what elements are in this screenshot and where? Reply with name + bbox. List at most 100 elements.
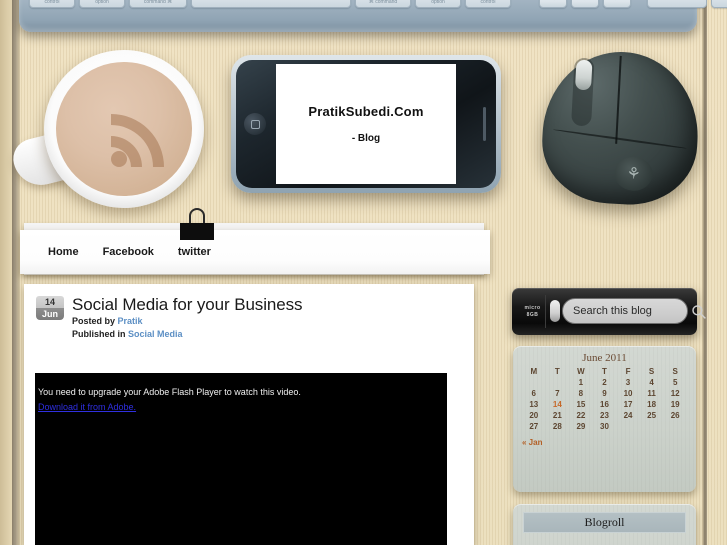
post-header-text: Social Media for your Business Posted by… — [72, 296, 302, 341]
blogroll-title: Blogroll — [523, 512, 686, 533]
calendar-day[interactable]: 23 — [593, 410, 617, 421]
post-category-link[interactable]: Social Media — [128, 329, 183, 339]
flash-upgrade-message: You need to upgrade your Adobe Flash Pla… — [38, 387, 301, 397]
calendar-day[interactable]: 17 — [616, 399, 640, 410]
usb-label-line1: micro — [524, 305, 541, 311]
post-author-line: Posted by Pratik — [72, 315, 302, 328]
search-icon[interactable] — [689, 302, 709, 322]
calendar-body: 1 2 3 4 5 6 7 8 9 10 11 12 13 14 15 16 17 18 19 20 21 22 23 24 2… — [522, 377, 687, 432]
key-numpad-dot: . — [711, 0, 727, 8]
calendar-prev-link[interactable]: « Jan — [522, 438, 542, 447]
iphone-body: PratikSubedi.Com - Blog — [236, 60, 496, 188]
calendar-day-empty — [522, 377, 546, 388]
post-category-line: Published in Social Media — [72, 328, 302, 341]
search-input[interactable] — [571, 304, 683, 318]
key-command-left: command ⌘ — [129, 0, 187, 8]
calendar-day[interactable]: 4 — [640, 377, 664, 388]
calendar-week-row: 12345 — [522, 377, 687, 388]
search-field-wrapper[interactable] — [562, 298, 706, 324]
rss-icon — [108, 106, 172, 170]
calendar-day[interactable]: 20 — [522, 410, 546, 421]
keyboard-bottom-row: control option command ⌘ ⌘ command optio… — [29, 0, 727, 8]
calendar-day[interactable]: 3 — [616, 377, 640, 388]
calendar-day[interactable]: 27 — [522, 421, 546, 432]
iphone-screen: PratikSubedi.Com - Blog — [276, 64, 456, 184]
post-title: Social Media for your Business — [72, 295, 303, 314]
nav-item-facebook[interactable]: Facebook — [103, 246, 154, 258]
calendar-day[interactable]: 11 — [640, 388, 664, 399]
usb-label-line2: 8GB — [526, 312, 539, 318]
calendar-day[interactable]: 18 — [640, 399, 664, 410]
calendar-day[interactable]: 8 — [569, 388, 593, 399]
key-control-left: control — [29, 0, 75, 8]
calendar-day[interactable]: 29 — [569, 421, 593, 432]
calendar-weekday: M — [530, 367, 538, 376]
calendar-day[interactable]: 5 — [663, 377, 687, 388]
site-title: PratikSubedi.Com — [308, 104, 424, 119]
calendar-table: M T W T F S S 1 2 3 4 5 6 7 8 9 10 11 12 13 14 15 16 17 1… — [522, 366, 687, 432]
mouse-logo-icon: ⚘ — [613, 155, 654, 192]
calendar-day-empty — [640, 421, 664, 432]
calendar-day-empty — [546, 377, 570, 388]
flash-download-link[interactable]: Download it from Adobe. — [38, 402, 136, 412]
key-spacebar — [191, 0, 351, 8]
key-control-right: control — [465, 0, 511, 8]
calendar-day[interactable]: 6 — [522, 388, 546, 399]
blogroll-widget: Blogroll — [513, 504, 696, 545]
calendar-weekday: S — [672, 367, 678, 376]
calendar-day[interactable]: 15 — [569, 399, 593, 410]
mouse-scroll-wheel — [574, 59, 593, 91]
calendar-day[interactable]: 12 — [663, 388, 687, 399]
calendar-day[interactable]: 21 — [546, 410, 570, 421]
calendar-weekday: S — [648, 367, 655, 376]
calendar-weekday: W — [577, 367, 585, 376]
calendar-title: June 2011 — [582, 352, 627, 364]
key-arrow-left: ◄ — [539, 0, 567, 8]
calendar-day[interactable]: 26 — [663, 410, 687, 421]
post-date-day: 14 — [36, 296, 64, 308]
calendar-day[interactable]: 24 — [616, 410, 640, 421]
nav-item-twitter[interactable]: twitter — [178, 246, 211, 258]
calendar-day[interactable]: 22 — [569, 410, 593, 421]
binder-clip-icon — [180, 208, 214, 240]
calendar-day[interactable]: 7 — [546, 388, 570, 399]
nav-item-home[interactable]: Home — [48, 246, 79, 258]
key-arrow-right: ► — [603, 0, 631, 8]
post-author-link[interactable]: Pratik — [118, 316, 143, 326]
calendar-day[interactable]: 9 — [593, 388, 617, 399]
keyboard-graphic: control option command ⌘ ⌘ command optio… — [19, 0, 727, 32]
key-command-right: ⌘ command — [355, 0, 411, 8]
calendar-day[interactable]: 19 — [663, 399, 687, 410]
calendar-day[interactable]: 16 — [593, 399, 617, 410]
key-option-right: option — [415, 0, 461, 8]
key-arrow-down: ▼ — [571, 0, 599, 8]
desk-background: control option command ⌘ ⌘ command optio… — [0, 0, 727, 545]
calendar-day[interactable]: 10 — [616, 388, 640, 399]
main-navigation: Home Facebook twitter — [20, 230, 490, 274]
calendar-weekday: T — [602, 367, 607, 376]
search-widget: micro 8GB — [512, 288, 706, 335]
computer-mouse-graphic: ⚘ — [539, 48, 702, 208]
post-date-month: Jun — [36, 308, 64, 320]
post-date-badge: 14 Jun — [36, 296, 64, 320]
calendar-day[interactable]: 28 — [546, 421, 570, 432]
calendar-widget: June 2011 M T W T F S S 1 2 3 4 5 6 7 8 9 10 11 12 1… — [513, 346, 696, 492]
calendar-day[interactable]: 30 — [593, 421, 617, 432]
binder-clip-body — [180, 223, 214, 240]
calendar-day[interactable]: 13 — [522, 399, 546, 410]
calendar-week-row: 20 21 22 23 24 25 26 — [522, 410, 687, 421]
coffee-surface — [56, 62, 192, 196]
calendar-day[interactable]: 2 — [593, 377, 617, 388]
calendar-weekday: F — [625, 367, 631, 376]
calendar-day[interactable]: 14 — [546, 399, 570, 410]
calendar-weekday-row: M T W T F S S — [522, 366, 687, 377]
key-option-left: option — [79, 0, 125, 8]
iphone-graphic: PratikSubedi.Com - Blog — [231, 55, 501, 193]
site-tagline: - Blog — [351, 133, 381, 144]
calendar-day-empty — [616, 421, 640, 432]
calendar-day[interactable]: 25 — [640, 410, 664, 421]
posted-by-label: Posted by — [72, 315, 118, 326]
calendar-day-empty — [663, 421, 687, 432]
calendar-day[interactable]: 1 — [569, 377, 593, 388]
usb-slider-icon — [550, 300, 560, 322]
